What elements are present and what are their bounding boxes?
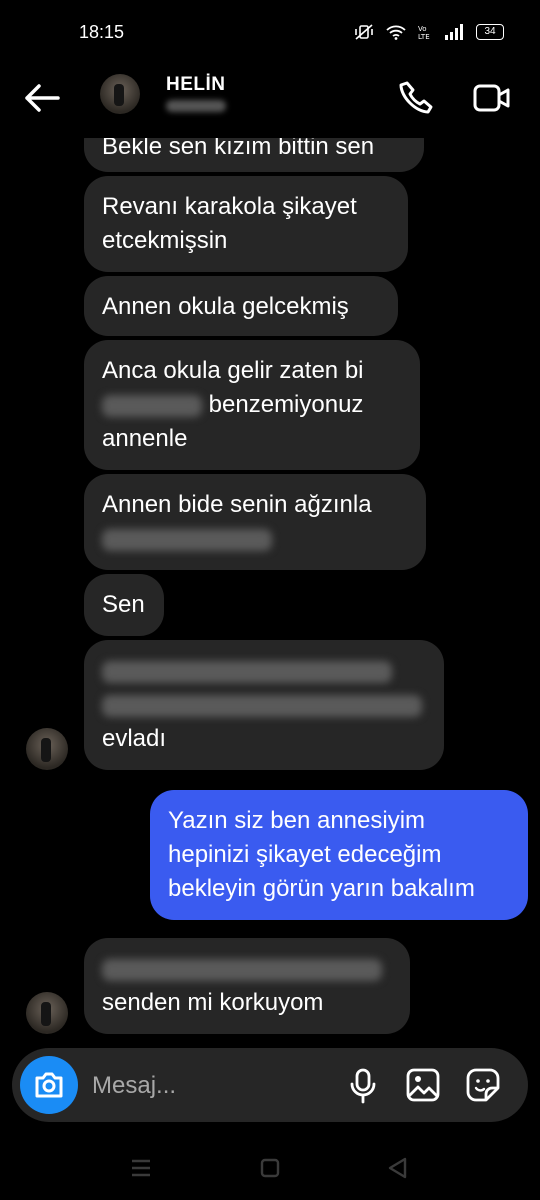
- video-call-button[interactable]: [472, 80, 512, 116]
- menu-icon: [132, 1159, 150, 1177]
- message-bubble[interactable]: Annen okula gelcekmiş: [84, 276, 398, 336]
- message-bubble[interactable]: Bekle sen kızım bittin sen: [84, 138, 424, 172]
- home-button[interactable]: [260, 1158, 280, 1178]
- arrow-left-icon: [25, 84, 60, 112]
- message-text: etcekmişsin: [102, 227, 228, 254]
- triangle-back-icon: [388, 1157, 407, 1179]
- message-line: [102, 688, 426, 722]
- vibrate-mute-icon: [355, 24, 373, 40]
- sticker-icon: [466, 1068, 500, 1102]
- voice-message-button[interactable]: [348, 1068, 378, 1104]
- message-text: benzemiyonuz: [208, 391, 364, 418]
- message-bubble[interactable]: Sen: [84, 574, 164, 636]
- video-camera-icon: [473, 84, 510, 112]
- message-list[interactable]: Bekle sen kızım bittin sen Revanı karako…: [0, 138, 540, 1046]
- message-text: hepinizi şikayet edeceğim: [168, 841, 442, 868]
- image-icon: [406, 1068, 440, 1102]
- recent-apps-button[interactable]: [130, 1158, 152, 1178]
- battery-icon: 34: [476, 24, 504, 40]
- message-input[interactable]: [90, 1068, 344, 1104]
- status-time: 18:15: [79, 22, 125, 42]
- redacted-text: [102, 694, 422, 717]
- message-line: [102, 654, 426, 688]
- message-line: [102, 952, 392, 986]
- message-bubble[interactable]: senden mi korkuyom: [84, 938, 410, 1034]
- message-text: Sen: [102, 591, 145, 618]
- microphone-icon: [350, 1068, 376, 1104]
- redacted-text: [102, 660, 392, 683]
- sticker-button[interactable]: [466, 1068, 500, 1102]
- phone-icon: [399, 81, 433, 114]
- signal-icon: [445, 24, 463, 40]
- message-line: [102, 522, 408, 556]
- camera-button[interactable]: [20, 1056, 78, 1114]
- message-text: Anca okula gelir zaten bi: [102, 357, 364, 384]
- sender-avatar[interactable]: [26, 728, 68, 770]
- system-navigation-bar: [0, 1140, 540, 1200]
- message-text: Yazın siz ben annesiyim: [168, 807, 426, 834]
- message-text: Annen okula gelcekmiş: [102, 293, 349, 320]
- wifi-icon: [386, 25, 406, 40]
- svg-text:Vo: Vo: [418, 25, 427, 33]
- message-bubble[interactable]: Revanı karakola şikayet etcekmişsin: [84, 176, 408, 272]
- status-icons: Vo LTE 34: [354, 24, 504, 40]
- message-text: bekleyin görün yarın bakalım: [168, 875, 475, 902]
- volte-icon: VoLTE: [418, 25, 430, 40]
- svg-text:LTE: LTE: [418, 33, 430, 40]
- message-composer: [12, 1048, 528, 1122]
- redacted-text: [102, 958, 382, 981]
- status-bar: 18:15 Vo LTE 34: [0, 0, 540, 66]
- message-text: evladı: [102, 725, 167, 752]
- system-back-button[interactable]: [386, 1156, 408, 1180]
- contact-avatar[interactable]: [100, 74, 140, 114]
- message-text: Bekle sen kızım bittin sen: [102, 138, 375, 160]
- back-button[interactable]: [22, 80, 62, 116]
- message-line: benzemiyonuz: [102, 388, 402, 422]
- chat-header: HELİN: [0, 66, 540, 138]
- contact-username-redacted: [166, 100, 226, 112]
- message-text: senden mi korkuyom: [102, 989, 324, 1016]
- redacted-text: [102, 528, 272, 551]
- message-text: Revanı karakola şikayet: [102, 193, 357, 220]
- square-icon: [260, 1158, 280, 1178]
- sender-avatar[interactable]: [26, 992, 68, 1034]
- message-text: annenle: [102, 425, 188, 452]
- message-bubble[interactable]: Annen bide senin ağzınla: [84, 474, 426, 570]
- contact-name[interactable]: HELİN: [166, 74, 226, 96]
- redacted-word: [102, 394, 202, 417]
- message-bubble[interactable]: evladı: [84, 640, 444, 770]
- message-bubble[interactable]: Anca okula gelir zaten bi benzemiyonuz a…: [84, 340, 420, 470]
- camera-icon: [35, 1072, 63, 1098]
- gallery-button[interactable]: [406, 1068, 440, 1102]
- message-text: Annen bide senin ağzınla: [102, 491, 372, 518]
- message-bubble-outgoing[interactable]: Yazın siz ben annesiyim hepinizi şikayet…: [150, 790, 528, 920]
- call-button[interactable]: [398, 80, 434, 116]
